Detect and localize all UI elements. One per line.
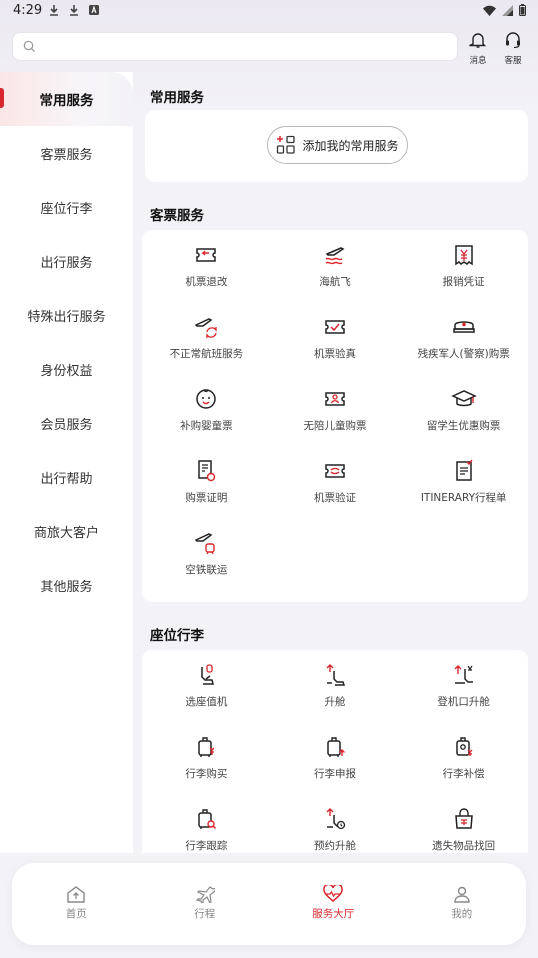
luggage-buy-icon: [198, 737, 215, 757]
police-cap-icon: [452, 321, 475, 333]
seat-upgrade-icon: [326, 664, 346, 686]
sidebar-item-member[interactable]: 会员服务: [0, 396, 133, 450]
service-ticket-refund[interactable]: 机票退改: [142, 238, 271, 310]
seat-services-card: 选座值机 升舱 登机口升舱 行李购买 行李申报 行李补偿 行李跟踪 预约升舱 遗…: [142, 650, 528, 878]
ticket-refund-icon: [196, 248, 217, 262]
customer-service-label: 客服: [504, 56, 522, 66]
customer-service-button[interactable]: 客服: [499, 31, 527, 66]
gate-upgrade-icon: [454, 665, 473, 684]
download-icon: [50, 5, 58, 16]
tab-trips[interactable]: 行程: [141, 863, 270, 945]
service-content: 常用服务 添加我的常用服务 客票服务 机票退改 海航飞 报销凭证 不正常航班服务…: [142, 72, 528, 878]
add-common-service-button[interactable]: 添加我的常用服务: [267, 126, 408, 164]
service-ticket-authenticity[interactable]: 机票验真: [271, 310, 400, 382]
service-hna-fly[interactable]: 海航飞: [271, 238, 400, 310]
air-rail-icon: [195, 533, 216, 555]
section-title-common: 常用服务: [150, 90, 204, 106]
sidebar-item-special[interactable]: 特殊出行服务: [0, 288, 133, 342]
child-ticket-icon: [325, 392, 345, 406]
plane-waves-icon: [325, 247, 345, 265]
search-icon: [23, 40, 36, 53]
section-title-seat: 座位行李: [150, 628, 204, 644]
luggage-track-icon: [198, 809, 217, 829]
common-services-card: 添加我的常用服务: [145, 110, 528, 182]
download-icon: [70, 5, 78, 16]
irregular-flight-icon: [195, 318, 217, 338]
itinerary-icon: [455, 459, 473, 481]
ticket-verify-icon: [325, 320, 345, 334]
ticket-check-icon: [325, 464, 345, 478]
add-grid-icon: [277, 135, 296, 154]
service-luggage-declare[interactable]: 行李申报: [271, 730, 400, 802]
service-luggage-compensation[interactable]: 行李补偿: [399, 730, 528, 802]
headset-icon: [506, 32, 520, 49]
home-icon: [67, 886, 85, 903]
service-air-rail[interactable]: 空铁联运: [142, 526, 271, 598]
status-time: 4:29: [13, 3, 43, 18]
service-veteran-ticket[interactable]: 残疾军人(警察)购票: [399, 310, 528, 382]
search-input[interactable]: [41, 37, 441, 57]
service-gate-upgrade[interactable]: 登机口升舱: [399, 658, 528, 730]
plane-icon: [195, 886, 215, 903]
service-luggage-buy[interactable]: 行李购买: [142, 730, 271, 802]
receipt-yuan-icon: [454, 245, 473, 266]
category-sidebar: 常用服务 客票服务 座位行李 出行服务 特殊出行服务 身份权益 会员服务 出行帮…: [0, 72, 133, 872]
service-itinerary[interactable]: ITINERARY行程单: [399, 454, 528, 526]
service-ticket-verification[interactable]: 机票验证: [271, 454, 400, 526]
ticket-services-card: 机票退改 海航飞 报销凭证 不正常航班服务 机票验真 残疾军人(警察)购票 补购…: [142, 230, 528, 602]
sidebar-item-seat[interactable]: 座位行李: [0, 180, 133, 234]
service-student-ticket[interactable]: 留学生优惠购票: [399, 382, 528, 454]
section-title-ticket: 客票服务: [150, 208, 204, 224]
tab-profile[interactable]: 我的: [398, 863, 527, 945]
service-receipt[interactable]: 报销凭证: [399, 238, 528, 310]
tab-service-hall[interactable]: 服务大厅: [269, 863, 398, 945]
heart-pulse-icon: [323, 885, 344, 902]
sidebar-item-travel[interactable]: 出行服务: [0, 234, 133, 288]
graduation-cap-icon: [450, 390, 477, 407]
search-box[interactable]: [12, 32, 458, 61]
purchase-certificate-icon: [198, 460, 216, 482]
service-irregular-flight[interactable]: 不正常航班服务: [142, 310, 271, 382]
wifi-icon: [483, 5, 496, 16]
luggage-compensation-icon: [455, 737, 473, 756]
service-seat-checkin[interactable]: 选座值机: [142, 658, 271, 730]
notification-a-icon: [89, 5, 99, 15]
sidebar-item-other[interactable]: 其他服务: [0, 558, 133, 612]
seat-checkin-icon: [201, 664, 215, 685]
user-icon: [454, 886, 470, 903]
sidebar-item-ticket[interactable]: 客票服务: [0, 126, 133, 180]
bottom-navigation: 首页 行程 服务大厅 我的: [0, 853, 538, 958]
status-bar: 4:29: [0, 0, 538, 24]
service-upgrade[interactable]: 升舱: [271, 658, 400, 730]
reserve-upgrade-icon: [326, 808, 346, 830]
battery-icon: [519, 4, 526, 16]
bell-icon: [469, 33, 487, 48]
signal-icon: [502, 4, 513, 16]
luggage-declare-icon: [327, 737, 345, 757]
sidebar-item-common[interactable]: 常用服务: [0, 72, 133, 126]
add-common-service-label: 添加我的常用服务: [302, 138, 399, 153]
service-unaccompanied-child[interactable]: 无陪儿童购票: [271, 382, 400, 454]
lost-item-icon: [454, 808, 473, 829]
messages-label: 消息: [469, 56, 487, 66]
tab-home[interactable]: 首页: [12, 863, 141, 945]
service-infant-ticket[interactable]: 补购婴童票: [142, 382, 271, 454]
sidebar-item-identity[interactable]: 身份权益: [0, 342, 133, 396]
baby-face-icon: [196, 389, 217, 409]
service-purchase-certificate[interactable]: 购票证明: [142, 454, 271, 526]
sidebar-item-help[interactable]: 出行帮助: [0, 450, 133, 504]
sidebar-item-business[interactable]: 商旅大客户: [0, 504, 133, 558]
messages-button[interactable]: 消息: [464, 31, 492, 66]
